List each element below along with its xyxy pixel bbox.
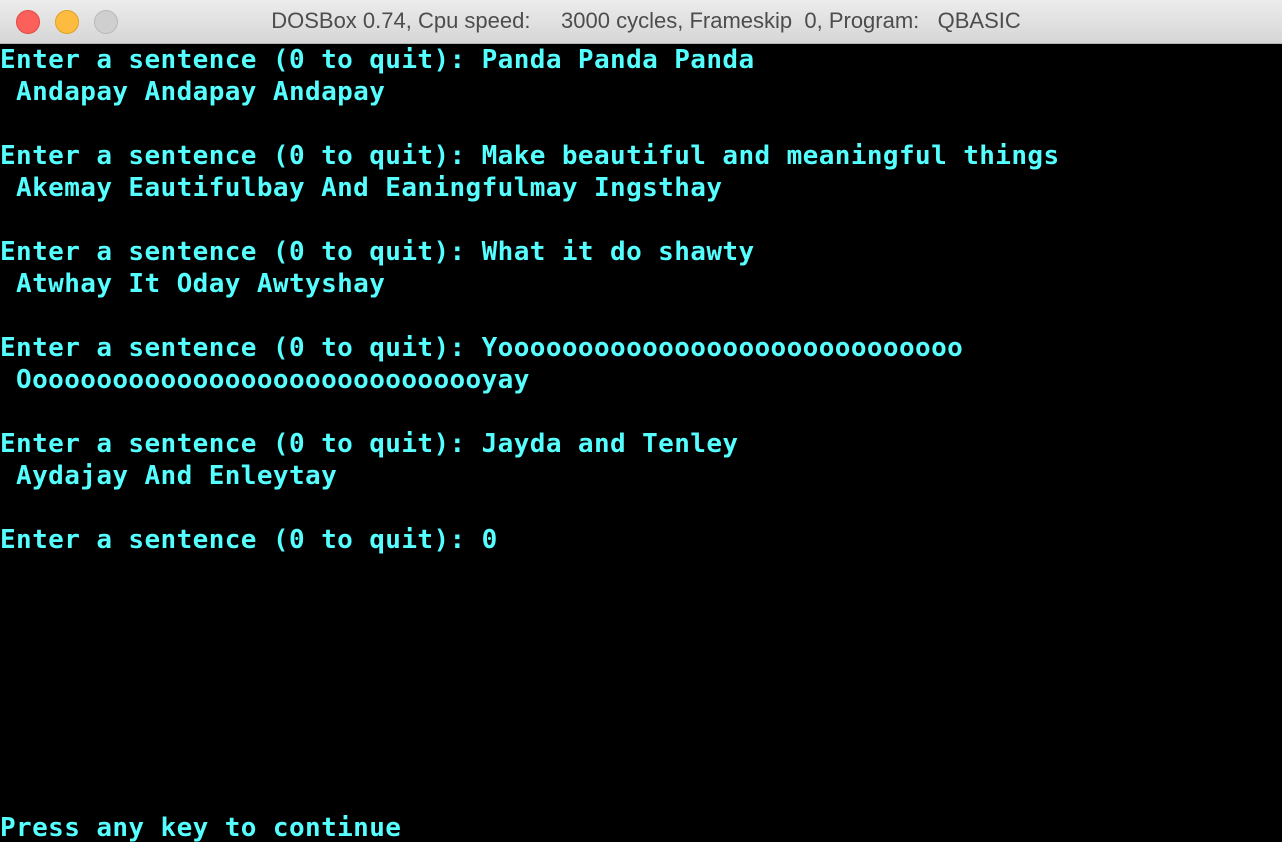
- console-line-prompt-2: Enter a sentence (0 to quit): Make beaut…: [0, 141, 1060, 171]
- console-line-prompt-3: Enter a sentence (0 to quit): What it do…: [0, 237, 755, 267]
- title-bar[interactable]: DOSBox 0.74, Cpu speed: 3000 cycles, Fra…: [0, 0, 1282, 44]
- console-line-prompt-5: Enter a sentence (0 to quit): Jayda and …: [0, 429, 739, 459]
- console-line-output-5: Aydajay And Enleytay: [0, 461, 338, 491]
- console-line-output-1: Andapay Andapay Andapay: [0, 77, 386, 107]
- window-title: DOSBox 0.74, Cpu speed: 3000 cycles, Fra…: [271, 8, 1021, 33]
- console-line-prompt-4: Enter a sentence (0 to quit): Yooooooooo…: [0, 333, 964, 363]
- console-line-prompt-6: Enter a sentence (0 to quit): 0: [0, 525, 498, 555]
- console-line-output-4: Oooooooooooooooooooooooooooooyay: [0, 365, 530, 395]
- console-line-output-2: Akemay Eautifulbay And Eaningfulmay Ings…: [0, 173, 723, 203]
- dosbox-window: DOSBox 0.74, Cpu speed: 3000 cycles, Fra…: [0, 0, 1282, 842]
- press-any-key-message: Press any key to continue: [0, 813, 402, 842]
- dos-console-screen[interactable]: Enter a sentence (0 to quit): Panda Pand…: [0, 44, 1282, 842]
- console-line-output-3: Atwhay It Oday Awtyshay: [0, 269, 386, 299]
- console-line-prompt-1: Enter a sentence (0 to quit): Panda Pand…: [0, 45, 755, 75]
